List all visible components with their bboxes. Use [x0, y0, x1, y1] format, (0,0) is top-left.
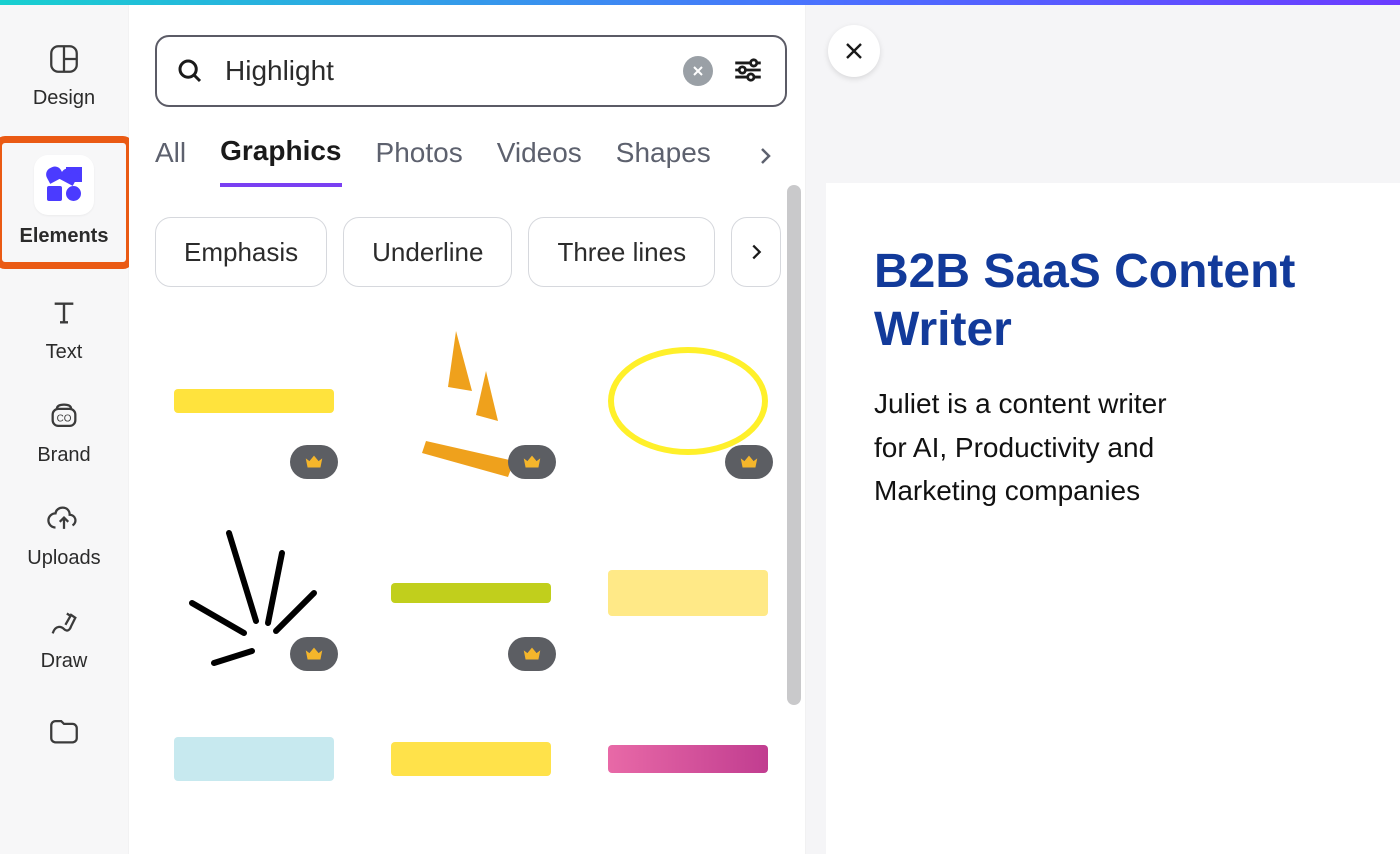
nav-brand[interactable]: CO Brand: [0, 390, 128, 475]
premium-badge: [290, 637, 338, 671]
design-icon: [46, 41, 82, 77]
result-item[interactable]: [155, 699, 352, 819]
result-item[interactable]: [155, 315, 352, 487]
close-panel-button[interactable]: [828, 25, 880, 77]
tab-shapes[interactable]: Shapes: [616, 137, 711, 185]
nav-projects[interactable]: [0, 705, 128, 757]
filter-icon[interactable]: [731, 53, 767, 89]
scrollbar-thumb[interactable]: [787, 185, 801, 705]
highlight-graphic: [391, 742, 551, 776]
nav-label: Brand: [37, 444, 90, 467]
result-item[interactable]: [372, 507, 569, 679]
nav-label: Elements: [20, 225, 109, 248]
draw-icon: [46, 604, 82, 640]
suggestion-chips: Emphasis Underline Three lines: [155, 217, 787, 287]
result-item[interactable]: [372, 699, 569, 819]
nav-draw[interactable]: Draw: [0, 596, 128, 681]
tab-all[interactable]: All: [155, 137, 186, 185]
highlight-graphic: [608, 745, 768, 773]
premium-badge: [725, 445, 773, 479]
result-item[interactable]: [590, 507, 787, 679]
clear-search-button[interactable]: [683, 56, 713, 86]
side-nav: Design Elements Text CO Brand: [0, 5, 129, 854]
tab-videos[interactable]: Videos: [497, 137, 582, 185]
elements-panel: All Graphics Photos Videos Shapes Emphas…: [129, 5, 806, 854]
app: Design Elements Text CO Brand: [0, 5, 1400, 854]
svg-text:CO: CO: [57, 414, 72, 425]
nav-design[interactable]: Design: [0, 33, 128, 118]
nav-label: Draw: [41, 650, 88, 673]
canvas-area: B2B SaaS Content Writer Juliet is a cont…: [806, 5, 1400, 854]
nav-label: Uploads: [27, 547, 100, 570]
nav-text[interactable]: Text: [0, 287, 128, 372]
canvas-paragraph[interactable]: Juliet is a content writer for AI, Produ…: [874, 382, 1274, 512]
highlight-graphic: [608, 347, 768, 455]
search-box[interactable]: [155, 35, 787, 107]
panel-scrollbar[interactable]: [787, 185, 801, 745]
chips-scroll-right[interactable]: [731, 217, 781, 287]
search-row: [155, 35, 787, 107]
highlight-graphic: [174, 737, 334, 781]
uploads-icon: [46, 501, 82, 537]
premium-badge: [290, 445, 338, 479]
canvas-heading[interactable]: B2B SaaS Content Writer: [874, 243, 1374, 358]
premium-badge: [508, 637, 556, 671]
chip-three-lines[interactable]: Three lines: [528, 217, 715, 287]
result-item[interactable]: [590, 315, 787, 487]
tab-graphics[interactable]: Graphics: [220, 135, 341, 187]
nav-uploads[interactable]: Uploads: [0, 493, 128, 578]
chip-emphasis[interactable]: Emphasis: [155, 217, 327, 287]
nav-elements[interactable]: Elements: [4, 147, 124, 256]
premium-badge: [508, 445, 556, 479]
result-item[interactable]: [155, 507, 352, 679]
elements-icon: [46, 167, 82, 203]
result-item[interactable]: [372, 315, 569, 487]
search-icon: [175, 56, 205, 86]
highlight-graphic: [608, 570, 768, 616]
category-tabs: All Graphics Photos Videos Shapes: [155, 135, 787, 187]
tab-photos[interactable]: Photos: [376, 137, 463, 185]
nav-label: Text: [46, 341, 83, 364]
tabs-scroll-right[interactable]: [753, 144, 787, 178]
folder-icon: [46, 713, 82, 749]
text-icon: [46, 295, 82, 331]
nav-label: Design: [33, 87, 95, 110]
nav-elements-highlight: Elements: [0, 136, 133, 269]
elements-tile: [34, 155, 94, 215]
design-canvas[interactable]: B2B SaaS Content Writer Juliet is a cont…: [826, 183, 1400, 854]
brand-icon: CO: [46, 398, 82, 434]
highlight-graphic: [391, 583, 551, 603]
highlight-graphic: [174, 389, 334, 413]
result-item[interactable]: [590, 699, 787, 819]
chip-underline[interactable]: Underline: [343, 217, 512, 287]
results-grid: [155, 315, 787, 819]
search-input[interactable]: [223, 54, 665, 88]
